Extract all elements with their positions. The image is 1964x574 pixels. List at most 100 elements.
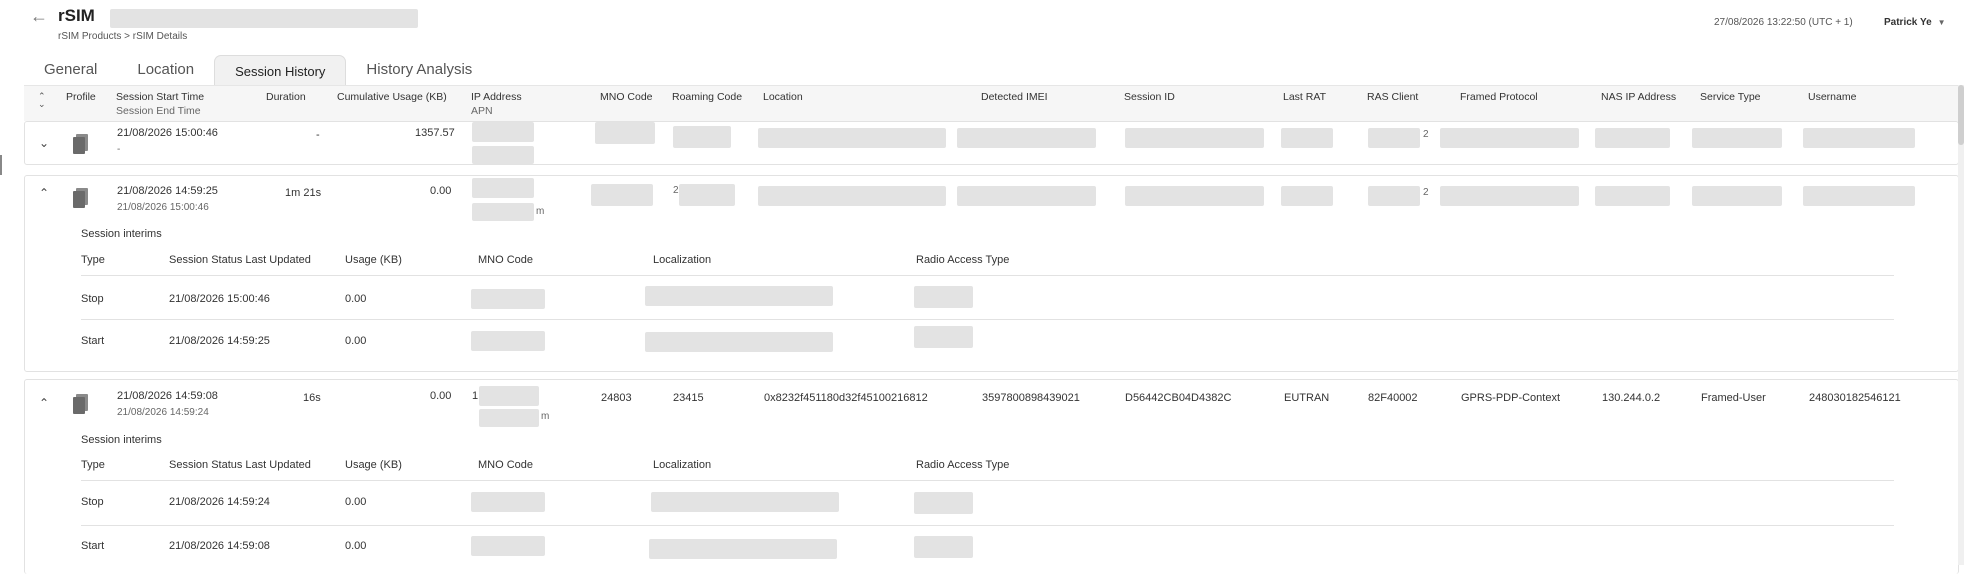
back-arrow-icon[interactable]: ←	[30, 6, 48, 27]
redacted-mno	[595, 122, 655, 144]
current-datetime: 27/08/2026 13:22:50 (UTC + 1)	[1714, 17, 1853, 28]
redacted-interim-mno	[471, 492, 545, 512]
interim-usage: 0.00	[345, 496, 367, 508]
tab-location[interactable]: Location	[117, 55, 214, 85]
breadcrumb: rSIM Products > rSIM Details	[58, 31, 187, 42]
redacted-ip	[479, 386, 539, 406]
interim-col-type: Type	[81, 459, 105, 471]
username: 248030182546121	[1809, 392, 1901, 404]
roaming-code: 23415	[673, 392, 704, 404]
redacted-username	[1803, 128, 1915, 148]
redacted-interim-mno	[471, 289, 545, 309]
interim-type: Start	[81, 335, 105, 347]
redacted-framed	[1440, 186, 1579, 206]
session-interims-title: Session interims	[81, 228, 162, 240]
redacted-interim-rat	[914, 536, 973, 558]
col-framed: Framed Protocol	[1460, 91, 1538, 103]
interim-col-rat: Radio Access Type	[916, 459, 1010, 471]
tab-history-analysis[interactable]: History Analysis	[346, 55, 492, 85]
redacted-session-id	[1125, 128, 1264, 148]
chevron-down-icon[interactable]: ⌄	[39, 136, 49, 150]
col-imei: Detected IMEI	[981, 91, 1048, 103]
col-ip-label: IP Address	[471, 91, 522, 103]
col-location: Location	[763, 91, 803, 103]
cumulative-usage: 0.00	[430, 185, 452, 197]
redacted-mno	[591, 184, 653, 206]
redacted-last-rat	[1281, 128, 1333, 148]
col-duration: Duration	[266, 91, 306, 103]
interim-col-updated: Session Status Last Updated	[169, 459, 311, 471]
redacted-ip	[472, 178, 534, 198]
cumulative-usage: 0.00	[430, 390, 452, 402]
col-service: Service Type	[1700, 91, 1761, 103]
col-session-time: Session Start Time Session End Time	[116, 91, 204, 117]
session-end: -	[117, 144, 121, 155]
redacted-framed	[1440, 128, 1579, 148]
caret-down-icon: ▼	[1937, 18, 1946, 27]
table-row[interactable]: ⌃ 21/08/2026 14:59:08 21/08/2026 14:59:2…	[24, 379, 1959, 574]
table-header: ⌃ ⌄ Profile Session Start Time Session End…	[24, 85, 1959, 121]
interim-col-localization: Localization	[653, 254, 712, 266]
redacted-interim-localization	[645, 332, 833, 352]
sort-icon[interactable]: ⌃ ⌄	[38, 92, 46, 109]
detected-imei: 3597800898439021	[982, 392, 1080, 404]
interim-type: Stop	[81, 496, 104, 508]
redacted-ras	[1368, 186, 1420, 206]
redacted-session-id	[1125, 186, 1264, 206]
apn-partial: m	[536, 206, 545, 217]
interim-updated: 21/08/2026 15:00:46	[169, 293, 270, 305]
document-icon	[73, 134, 88, 154]
session-start: 21/08/2026 14:59:25	[117, 185, 218, 197]
interim-usage: 0.00	[345, 335, 367, 347]
interim-col-mno: MNO Code	[478, 254, 534, 266]
divider	[81, 480, 1894, 481]
chevron-up-icon[interactable]: ⌃	[39, 396, 49, 410]
session-interims-title: Session interims	[81, 434, 162, 446]
page-header: ← rSIM rSIM Products > rSIM Details 27/0…	[0, 0, 1964, 48]
redacted-service	[1692, 128, 1782, 148]
session-end: 21/08/2026 14:59:24	[117, 407, 209, 418]
col-roaming: Roaming Code	[672, 91, 743, 103]
col-profile: Profile	[66, 91, 96, 103]
redacted-interim-rat	[914, 492, 973, 514]
scrollbar-thumb[interactable]	[1958, 85, 1964, 145]
scrollbar-track[interactable]	[1958, 85, 1964, 565]
divider	[81, 525, 1894, 526]
ras-partial: 2	[1423, 187, 1429, 198]
table-row[interactable]: ⌃ 21/08/2026 14:59:25 21/08/2026 15:00:4…	[24, 175, 1959, 372]
redacted-service	[1692, 186, 1782, 206]
divider	[81, 275, 1894, 276]
col-start: Session Start Time	[116, 91, 205, 103]
redacted-interim-localization	[645, 286, 833, 306]
col-end: Session End Time	[116, 105, 201, 117]
user-menu[interactable]: Patrick Ye ▼	[1884, 17, 1946, 28]
duration: 1m 21s	[285, 187, 322, 199]
session-end: 21/08/2026 15:00:46	[117, 202, 209, 213]
breadcrumb-item-products[interactable]: rSIM Products	[58, 31, 121, 42]
service-type: Framed-User	[1701, 392, 1766, 404]
redacted-interim-mno	[471, 331, 545, 351]
col-last-rat: Last RAT	[1283, 91, 1326, 103]
interim-col-rat: Radio Access Type	[916, 254, 1010, 266]
mno-code: 24803	[601, 392, 632, 404]
redacted-location	[758, 186, 946, 206]
redacted-interim-localization	[649, 539, 837, 559]
redacted-ras	[1368, 128, 1420, 148]
tab-session-history[interactable]: Session History	[214, 55, 347, 85]
interim-col-localization: Localization	[653, 459, 712, 471]
cumulative-usage: 1357.57	[415, 127, 455, 139]
document-icon	[73, 188, 88, 208]
col-ip: IP Address APN	[471, 91, 522, 117]
tab-general[interactable]: General	[24, 55, 117, 85]
framed-protocol: GPRS-PDP-Context	[1461, 392, 1561, 404]
chevron-up-icon[interactable]: ⌃	[39, 186, 49, 200]
interim-usage: 0.00	[345, 540, 367, 552]
duration: -	[316, 129, 320, 141]
table-row[interactable]: ⌄ 21/08/2026 15:00:46 - - 1357.57 2	[24, 121, 1959, 165]
breadcrumb-separator: >	[124, 31, 130, 42]
redacted-interim-rat	[914, 286, 973, 308]
redacted-location	[758, 128, 946, 148]
interim-updated: 21/08/2026 14:59:08	[169, 540, 270, 552]
breadcrumb-item-details[interactable]: rSIM Details	[133, 31, 187, 42]
interim-col-mno: MNO Code	[478, 459, 534, 471]
